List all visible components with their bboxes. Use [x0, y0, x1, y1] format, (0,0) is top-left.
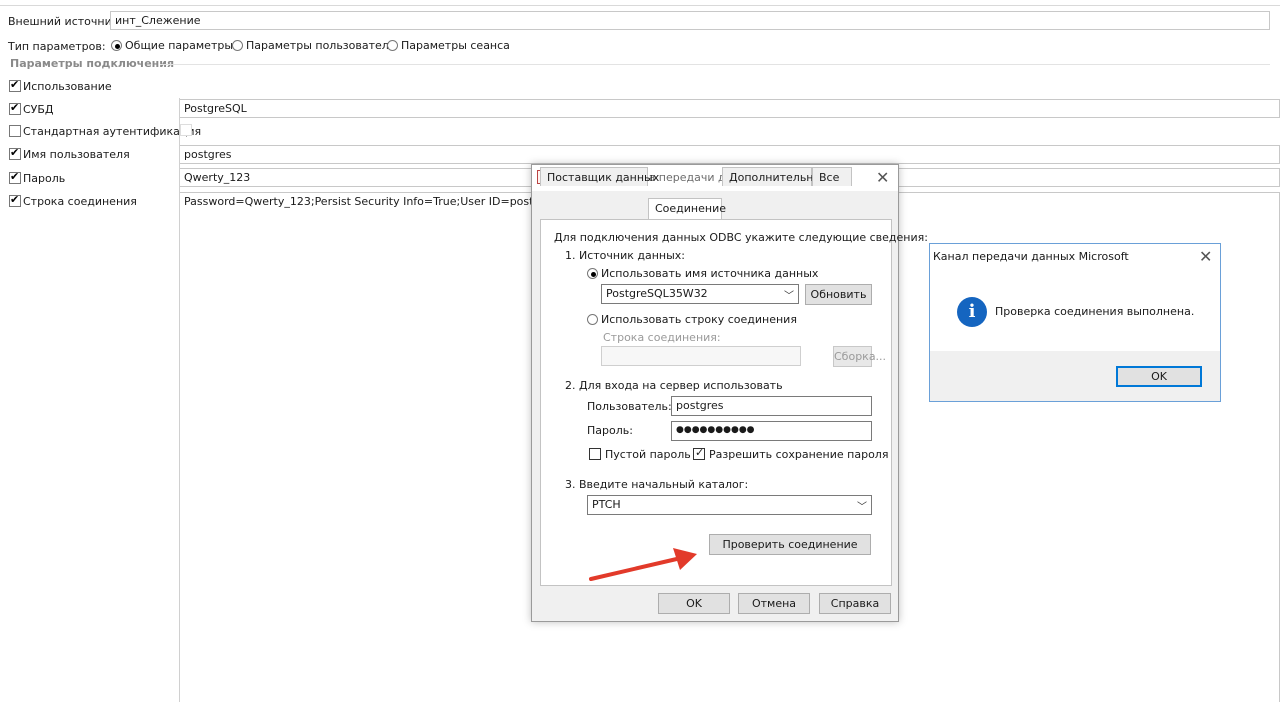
message-text: Проверка соединения выполнена. — [995, 305, 1195, 318]
checkbox-empty-icon — [589, 448, 601, 460]
close-icon[interactable]: ✕ — [876, 170, 889, 186]
username-checkbox[interactable] — [9, 146, 21, 160]
tab-advanced[interactable]: Дополнительно — [722, 167, 820, 186]
step1-label: 1. Источник данных: — [565, 249, 686, 262]
build-button[interactable]: Сборка... — [833, 346, 886, 367]
tab-all[interactable]: Все — [812, 167, 852, 186]
section-divider — [160, 64, 1270, 65]
std-auth-label: Стандартная аутентификация — [23, 125, 202, 138]
conn-string-input[interactable] — [601, 346, 801, 366]
cancel-button[interactable]: Отмена — [738, 593, 810, 614]
chevron-down-icon: ﹀ — [857, 502, 867, 513]
instruction-text: Для подключения данных ODBC укажите след… — [554, 231, 928, 244]
radio-use-conn-string[interactable]: Использовать строку соединения — [587, 313, 797, 326]
info-icon: i — [957, 297, 987, 327]
step2-label: 2. Для входа на сервер использовать — [565, 379, 783, 392]
step3-label: 3. Введите начальный каталог: — [565, 478, 749, 491]
message-ok-button[interactable]: OK — [1116, 366, 1202, 387]
dbms-label: СУБД — [23, 103, 54, 116]
chevron-down-icon: ﹀ — [784, 291, 794, 302]
password-input[interactable]: ●●●●●●●●●● — [671, 421, 872, 441]
red-arrow-annotation — [589, 548, 697, 581]
allow-save-password-checkbox[interactable]: Разрешить сохранение пароля — [693, 446, 888, 461]
catalog-select[interactable]: PTCH ﹀ — [587, 495, 872, 515]
test-connection-button[interactable]: Проверить соединение — [709, 534, 871, 555]
std-auth-value-checkbox[interactable] — [180, 124, 192, 136]
close-icon[interactable]: ✕ — [1199, 249, 1212, 265]
top-border — [0, 0, 1280, 6]
radio-empty-icon — [232, 40, 243, 51]
radio-use-dsn[interactable]: Использовать имя источника данных — [587, 267, 818, 280]
conn-string-sublabel: Строка соединения: — [603, 331, 721, 344]
usage-checkbox[interactable] — [9, 78, 21, 92]
message-box: Канал передачи данных Microsoft ✕ i Пров… — [929, 243, 1221, 402]
refresh-button[interactable]: Обновить — [805, 284, 872, 305]
arrow-shaft — [589, 556, 683, 581]
radio-dot-icon — [111, 40, 122, 51]
grid-column-divider — [179, 98, 180, 702]
external-source-field[interactable]: инт_Слежение — [110, 11, 1270, 30]
dbms-field[interactable]: PostgreSQL — [179, 99, 1280, 118]
external-source-label: Внешний источник: — [8, 15, 123, 28]
radio-user-params[interactable]: Параметры пользователя — [232, 39, 395, 52]
password-checkbox[interactable] — [9, 170, 21, 184]
password-label: Пароль — [23, 172, 66, 185]
param-type-label: Тип параметров: — [8, 40, 106, 53]
tab-provider[interactable]: Поставщик данных — [540, 167, 659, 186]
tab-connection[interactable]: Соединение — [648, 198, 726, 219]
conn-string-label: Строка соединения — [23, 195, 137, 208]
password-label: Пароль: — [587, 424, 633, 437]
std-auth-checkbox[interactable] — [9, 125, 21, 137]
blank-password-checkbox[interactable]: Пустой пароль — [589, 448, 691, 461]
ok-button[interactable]: OK — [658, 593, 730, 614]
dsn-select[interactable]: PostgreSQL35W32 ﹀ — [601, 284, 799, 304]
radio-empty-icon — [587, 314, 598, 325]
conn-string-checkbox[interactable] — [9, 193, 21, 207]
radio-general-params[interactable]: Общие параметры — [111, 39, 233, 52]
dbms-checkbox[interactable] — [9, 101, 21, 115]
radio-empty-icon — [387, 40, 398, 51]
radio-dot-icon — [587, 268, 598, 279]
arrow-head — [673, 548, 697, 570]
message-title: Канал передачи данных Microsoft — [933, 250, 1129, 263]
username-field[interactable]: postgres — [179, 145, 1280, 164]
checkbox-checked-icon — [693, 446, 705, 460]
connection-panel: Для подключения данных ODBC укажите след… — [540, 219, 928, 586]
user-label: Пользователь: — [587, 400, 672, 413]
usage-label: Использование — [23, 80, 112, 93]
help-button[interactable]: Справка — [819, 593, 891, 614]
username-label: Имя пользователя — [23, 148, 130, 161]
radio-session-params[interactable]: Параметры сеанса — [387, 39, 510, 52]
user-input[interactable]: postgres — [671, 396, 872, 416]
section-title: Параметры подключения — [10, 57, 175, 70]
